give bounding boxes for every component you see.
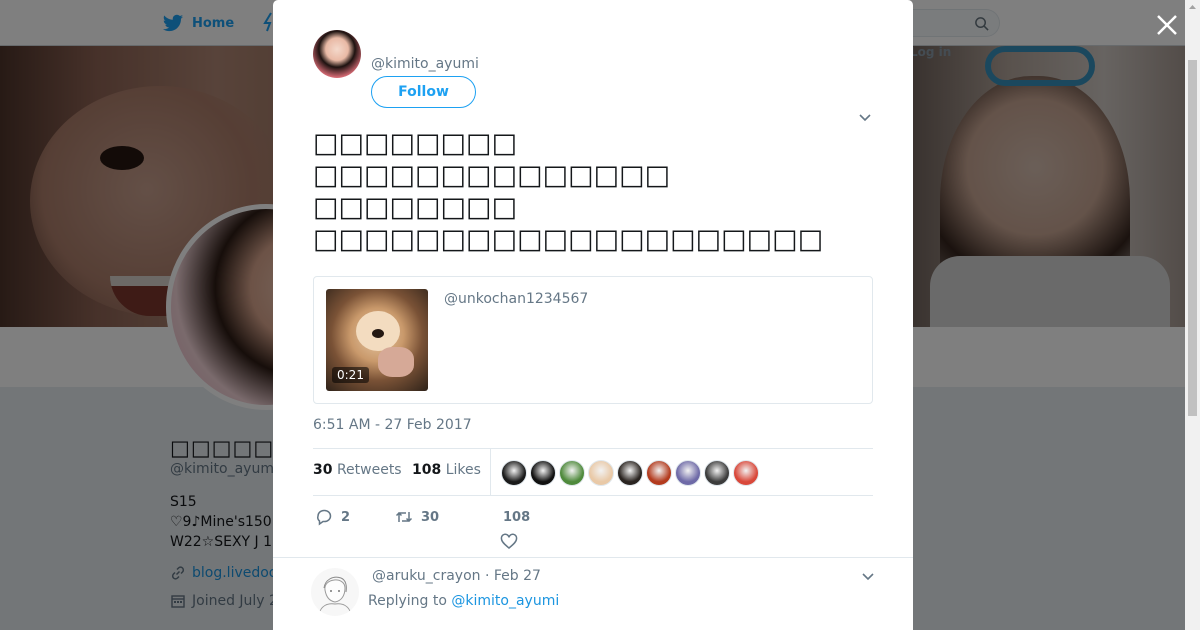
close-icon[interactable] [1154, 12, 1180, 38]
video-thumbnail[interactable]: 0:21 [326, 289, 428, 391]
thumbnail-dog-nose [372, 329, 384, 338]
liker-avatar[interactable] [675, 460, 701, 486]
tweet-author-handle[interactable]: @kimito_ayumi [371, 56, 479, 72]
liker-avatar[interactable] [617, 460, 643, 486]
liker-avatar[interactable] [733, 460, 759, 486]
liker-avatar[interactable] [559, 460, 585, 486]
heart-icon[interactable] [500, 533, 518, 551]
reply-author-avatar[interactable] [311, 568, 359, 616]
reply-icon [317, 509, 332, 526]
replying-to-line: Replying to @kimito_ayumi [368, 593, 559, 609]
retweet-icon [395, 511, 413, 523]
tweet-stats: 30 Retweets 108 Likes [313, 448, 873, 496]
chevron-down-icon[interactable] [858, 111, 872, 125]
reply-author-handle[interactable]: @aruku_crayon [372, 568, 481, 584]
likes-stat[interactable]: 108 Likes [412, 462, 481, 478]
thumbnail-hand [378, 347, 414, 377]
retweet-count: 30 [421, 509, 440, 525]
scroll-up-arrow-icon[interactable] [1185, 0, 1200, 15]
sketch-avatar-drawing [318, 576, 352, 615]
tweet-text-line: □□□□□□□□ [313, 128, 518, 159]
like-count: 108 [503, 510, 531, 525]
like-count-label[interactable]: 108 [503, 510, 530, 525]
liker-avatar[interactable] [588, 460, 614, 486]
likes-count: 108 [412, 462, 442, 478]
replying-to-link[interactable]: @kimito_ayumi [451, 593, 559, 609]
replying-prefix: Replying to [368, 593, 447, 609]
tweet-text-line: □□□□□□□□ [313, 192, 518, 223]
retweets-stat[interactable]: 30 Retweets [313, 462, 402, 478]
tweet-timestamp[interactable]: 6:51 AM - 27 Feb 2017 [313, 417, 472, 433]
reply-button[interactable]: 2 [315, 508, 350, 526]
reply-tweet[interactable]: @aruku_crayon · Feb 27 Replying to @kimi… [273, 557, 913, 630]
liker-avatar[interactable] [501, 460, 527, 486]
tweet-modal: @kimito_ayumi Follow □□□□□□□□ □□□□□□□□□□□… [273, 0, 913, 630]
retweets-count: 30 [313, 462, 333, 478]
reply-date[interactable]: Feb 27 [494, 568, 541, 584]
liker-avatars [501, 460, 759, 486]
quoted-tweet-card[interactable]: 0:21 @unkochan1234567 [313, 276, 873, 404]
reply-count: 2 [341, 509, 351, 525]
reply-separator: · [484, 568, 490, 584]
tweet-text-line: □□□□□□□□□□□□□□□□□□□□ [313, 224, 824, 255]
tweet-actions: 2 30 108 [313, 505, 873, 550]
tweet-author-avatar[interactable] [313, 30, 361, 78]
liker-avatar[interactable] [646, 460, 672, 486]
liker-avatar[interactable] [530, 460, 556, 486]
likes-label: Likes [445, 462, 481, 478]
retweet-button[interactable]: 30 [395, 508, 439, 526]
retweets-label: Retweets [336, 462, 402, 478]
chevron-down-icon[interactable] [861, 570, 875, 584]
follow-button[interactable]: Follow [371, 76, 476, 108]
tweet-text: □□□□□□□□ □□□□□□□□□□□□□□ □□□□□□□□ □□□□□□□□□□… [313, 128, 823, 256]
tweet-text-line: □□□□□□□□□□□□□□ [313, 160, 671, 191]
liker-avatar[interactable] [704, 460, 730, 486]
reply-header: @aruku_crayon · Feb 27 [372, 568, 541, 584]
stats-divider [490, 449, 491, 495]
scrollbar-thumb[interactable] [1188, 60, 1197, 416]
video-duration: 0:21 [332, 367, 369, 383]
scrollbar[interactable] [1185, 0, 1200, 630]
quoted-tweet-handle[interactable]: @unkochan1234567 [444, 291, 588, 307]
